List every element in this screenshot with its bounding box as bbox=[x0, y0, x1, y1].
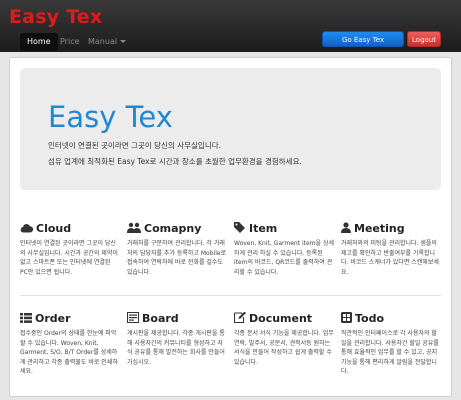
feature-cloud: Cloud 인터넷이 연결된 곳이라면 그곳이 당신의 사무실입니다. 시간과 … bbox=[20, 221, 120, 277]
feature-todo: Todo 직관적인 인터페이스로 각 사용자의 할일을 관리합니다. 사용자간 … bbox=[341, 311, 441, 377]
hero-title: Easy Tex bbox=[48, 100, 173, 134]
feature-desc: 접수중인 Order의 상태를 한눈에 파악할 수 있습니다. Woven, K… bbox=[20, 330, 118, 375]
document-icon bbox=[233, 311, 246, 324]
go-easytex-button[interactable]: Go Easy Tex bbox=[322, 31, 404, 47]
top-navbar: Easy Tex Home Price Manual Go Easy Tex L… bbox=[0, 0, 461, 52]
tags-icon bbox=[234, 222, 245, 233]
feature-title: Document bbox=[249, 312, 313, 325]
feature-desc: Woven, Knit, Garment item을 상세하게 관리 하실 수 … bbox=[234, 240, 334, 276]
feature-title: Meeting bbox=[354, 222, 405, 235]
feature-title: Comapny bbox=[144, 222, 202, 235]
feature-desc: 각종 문서 서식 기능을 제공합니다. 업무연락, 발주서, 공문서, 견적서등… bbox=[234, 330, 334, 366]
feature-item: Item Woven, Knit, Garment item을 상세하게 관리 … bbox=[234, 221, 334, 277]
feature-desc: 게시판을 제공합니다. 각종 게시판을 통해 사용자간의 커뮤니티를 형성하고 … bbox=[127, 330, 225, 366]
hero-text-line1: 인터넷이 연결된 곳이라면 그곳이 당신의 사무실입니다. bbox=[48, 141, 222, 150]
hero-text-line2: 섬유 업계에 최적화된 Easy Tex로 시간과 장소를 초월한 업무환경을 … bbox=[48, 157, 302, 166]
nav-home[interactable]: Home bbox=[20, 33, 58, 51]
feature-title: Board bbox=[142, 312, 179, 325]
feature-title: Item bbox=[249, 222, 278, 235]
feature-title: Order bbox=[35, 312, 71, 325]
feature-desc: 인터넷이 연결된 곳이라면 그곳이 당신의 사무실입니다. 시간과 공간의 제약… bbox=[20, 240, 118, 276]
board-icon bbox=[127, 312, 139, 323]
feature-board: Board 게시판을 제공합니다. 각종 게시판을 통해 사용자간의 커뮤니티를… bbox=[127, 311, 227, 367]
caret-down-icon bbox=[120, 40, 127, 43]
logout-button[interactable]: Logout bbox=[407, 31, 441, 47]
feature-desc: 직관적인 인터페이스로 각 사용자의 할일을 관리합니다. 사용자간 할일 공유… bbox=[341, 330, 439, 375]
feature-company: Comapny 거래처를 구분하여 관리합니다. 각 거래처의 담당자를 추가 … bbox=[127, 221, 227, 277]
nav-manual-label: Manual bbox=[88, 37, 118, 46]
hero-banner: Easy Tex 인터넷이 연결된 곳이라면 그곳이 당신의 사무실입니다. 섬… bbox=[20, 68, 441, 190]
feature-title: Cloud bbox=[36, 222, 72, 235]
list-icon bbox=[20, 313, 32, 323]
section-divider bbox=[20, 295, 441, 296]
brand-logo[interactable]: Easy Tex bbox=[9, 6, 102, 28]
todo-icon bbox=[341, 312, 352, 323]
cloud-icon bbox=[20, 224, 34, 233]
feature-desc: 거래처와의 미팅을 관리합니다. 샘플의 제고를 확인하고 반출여부를 기록합니… bbox=[341, 240, 439, 276]
feature-order: Order 접수중인 Order의 상태를 한눈에 파악할 수 있습니다. Wo… bbox=[20, 311, 120, 377]
feature-title: Todo bbox=[355, 312, 385, 325]
feature-desc: 거래처를 구분하여 관리합니다. 각 거래처의 담당자를 추가 등록하고 Mob… bbox=[127, 240, 227, 276]
nav-manual[interactable]: Manual bbox=[81, 33, 133, 51]
feature-meeting: Meeting 거래처와의 미팅을 관리합니다. 샘플의 제고를 확인하고 반출… bbox=[341, 221, 441, 277]
main-panel: Easy Tex 인터넷이 연결된 곳이라면 그곳이 당신의 사무실입니다. 섬… bbox=[9, 57, 452, 397]
feature-document: Document 각종 문서 서식 기능을 제공합니다. 업무연락, 발주서, … bbox=[233, 311, 334, 367]
user-icon bbox=[341, 222, 351, 233]
users-icon bbox=[127, 222, 141, 233]
